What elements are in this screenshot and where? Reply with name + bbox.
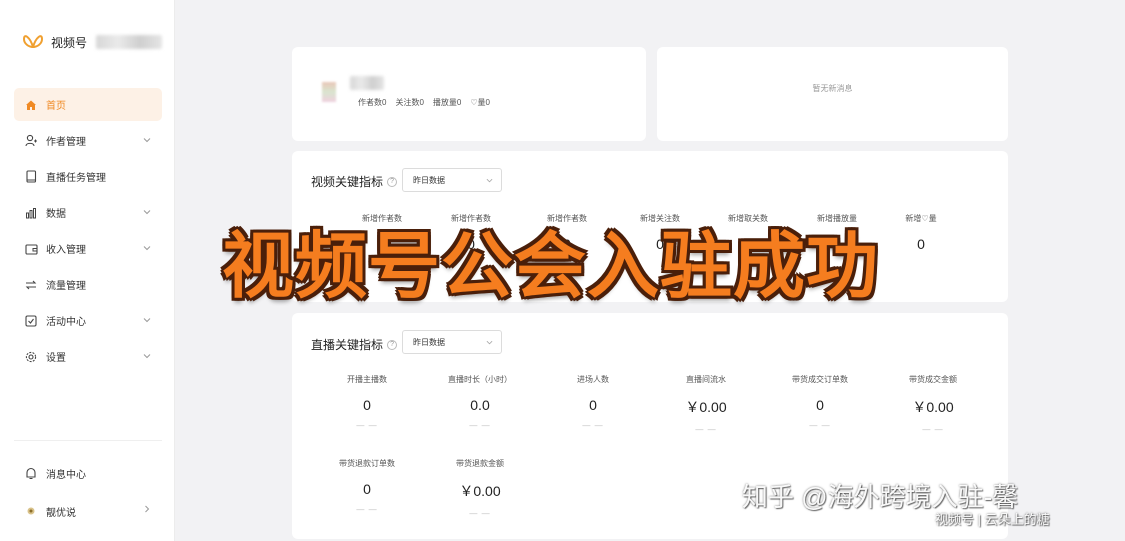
live-date-select[interactable]: 昨日数据 xyxy=(402,330,502,354)
video-date-select[interactable]: 昨日数据 xyxy=(402,168,502,192)
sidebar-item-income[interactable]: 收入管理 xyxy=(14,232,162,265)
chevron-down-icon xyxy=(143,210,151,215)
notice-text: 暂无新消息 xyxy=(812,84,853,93)
metric-compare: — — xyxy=(809,421,831,430)
metric-value: 0.0 xyxy=(470,397,490,413)
stat-like-count: ♡量0 xyxy=(470,98,490,107)
chevron-down-icon xyxy=(143,354,151,359)
live-metric: 直播间流水 ￥0.00 — — xyxy=(656,374,756,434)
live-metric: 带货成交金额 ￥0.00 — — xyxy=(883,374,983,434)
metric-compare: — — xyxy=(582,421,604,430)
overlay-banner-text: 视频号公会入驻成功 xyxy=(222,224,880,308)
home-icon xyxy=(24,98,38,112)
help-icon[interactable]: ? xyxy=(387,176,398,187)
chevron-down-icon xyxy=(143,138,151,143)
metric-label: 带货成交金额 xyxy=(909,375,957,384)
channel-watermark: 视频号 | 云朵上的糖 xyxy=(935,512,1050,527)
document-icon xyxy=(24,170,38,184)
sidebar-item-label: 消息中心 xyxy=(46,469,86,481)
sidebar-item-label: 活动中心 xyxy=(46,317,86,328)
live-metrics-title: 直播关键指标 ? xyxy=(311,336,398,353)
wallet-icon xyxy=(24,242,38,256)
brand[interactable]: 视频号 xyxy=(22,31,163,53)
blurred-profile-name xyxy=(350,76,384,90)
sidebar-item-settings[interactable]: 设置 xyxy=(14,340,162,373)
metric-value: ￥0.00 xyxy=(685,399,727,415)
metric-label: 开播主播数 xyxy=(347,375,387,384)
sidebar-item-data[interactable]: 数据 xyxy=(14,196,162,229)
metric-value: 0 xyxy=(589,397,597,413)
sidebar-item-label: 数据 xyxy=(46,209,66,220)
chevron-down-icon xyxy=(143,318,151,323)
metric-value: 0 xyxy=(816,397,824,413)
traffic-icon xyxy=(24,278,38,292)
live-metric: 带货退款金额 ￥0.00 — — xyxy=(430,458,530,518)
sidebar-item-account[interactable]: 靓优说 xyxy=(14,493,162,529)
sidebar-item-author-management[interactable]: 作者管理 xyxy=(14,124,162,157)
sidebar: 视频号 首页 作者管理 直播任务管理 数据 收入管理 流量管理 活动中心 设置 … xyxy=(0,0,175,541)
metric-value: 0 xyxy=(363,481,371,497)
sidebar-item-label: 收入管理 xyxy=(46,245,86,256)
metric-label: 带货成交订单数 xyxy=(792,375,848,384)
metric-label: 直播间流水 xyxy=(686,375,726,384)
sidebar-bottom: 消息中心 靓优说 xyxy=(14,440,162,531)
stat-play-count: 播放量0 xyxy=(432,98,462,107)
avatar[interactable] xyxy=(322,82,336,102)
live-metric: 直播时长（小时） 0.0 — — xyxy=(430,374,530,430)
sidebar-item-label: 作者管理 xyxy=(46,137,86,148)
stat-follow-count: 关注数0 xyxy=(395,98,424,107)
sidebar-item-messages[interactable]: 消息中心 xyxy=(14,455,162,491)
metric-compare: — — xyxy=(356,505,378,514)
section-title: 视频关键指标 xyxy=(311,175,384,189)
metric-label: 直播时长（小时） xyxy=(448,375,512,384)
chevron-down-icon xyxy=(486,340,493,345)
author-icon xyxy=(24,134,38,148)
chevron-down-icon xyxy=(143,246,151,251)
sidebar-item-label: 流量管理 xyxy=(46,281,86,292)
sidebar-item-label: 首页 xyxy=(46,101,66,112)
metric-compare: — — xyxy=(356,421,378,430)
metric-compare: — — xyxy=(469,421,491,430)
sidebar-item-activity[interactable]: 活动中心 xyxy=(14,304,162,337)
live-metric: 开播主播数 0 — — xyxy=(317,374,417,430)
account-icon xyxy=(24,504,38,518)
section-title: 直播关键指标 xyxy=(311,338,384,352)
metric-value: ￥0.00 xyxy=(912,399,954,415)
gear-icon xyxy=(24,350,38,364)
metric-value: 0 xyxy=(363,397,371,413)
metric-compare: — — xyxy=(695,425,717,434)
metric-compare: — — xyxy=(469,509,491,518)
video-metrics-title: 视频关键指标 ? xyxy=(311,173,398,190)
bell-icon xyxy=(24,466,38,480)
checkbox-icon xyxy=(24,314,38,328)
butterfly-logo-icon xyxy=(22,35,44,49)
select-value: 昨日数据 xyxy=(413,176,445,185)
metric-compare: — — xyxy=(922,425,944,434)
brand-name: 视频号 xyxy=(51,35,88,50)
sidebar-item-live-tasks[interactable]: 直播任务管理 xyxy=(14,160,162,193)
bar-chart-icon xyxy=(24,206,38,220)
profile-card: 作者数0 关注数0 播放量0 ♡量0 xyxy=(292,47,646,141)
metric-label: 带货退款订单数 xyxy=(339,459,395,468)
select-value: 昨日数据 xyxy=(413,338,445,347)
chevron-down-icon xyxy=(486,178,493,183)
sidebar-item-label: 靓优说 xyxy=(46,507,76,519)
stat-author-count: 作者数0 xyxy=(358,98,387,107)
live-metric: 进场人数 0 — — xyxy=(543,374,643,430)
sidebar-item-traffic[interactable]: 流量管理 xyxy=(14,268,162,301)
help-icon[interactable]: ? xyxy=(387,339,398,350)
live-metric: 带货退款订单数 0 — — xyxy=(317,458,417,514)
sidebar-item-home[interactable]: 首页 xyxy=(14,88,162,121)
live-metric: 带货成交订单数 0 — — xyxy=(770,374,870,430)
metric-label: 带货退款金额 xyxy=(456,459,504,468)
blurred-account-name xyxy=(96,35,163,49)
chevron-right-icon xyxy=(145,505,150,513)
metric-label: 进场人数 xyxy=(577,375,609,384)
metric-value: ￥0.00 xyxy=(459,483,501,499)
profile-stats: 作者数0 关注数0 播放量0 ♡量0 xyxy=(358,97,490,108)
sidebar-menu: 首页 作者管理 直播任务管理 数据 收入管理 流量管理 活动中心 设置 xyxy=(14,88,162,376)
sidebar-item-label: 设置 xyxy=(46,353,66,364)
sidebar-item-label: 直播任务管理 xyxy=(46,173,106,184)
notice-card: 暂无新消息 xyxy=(657,47,1008,141)
